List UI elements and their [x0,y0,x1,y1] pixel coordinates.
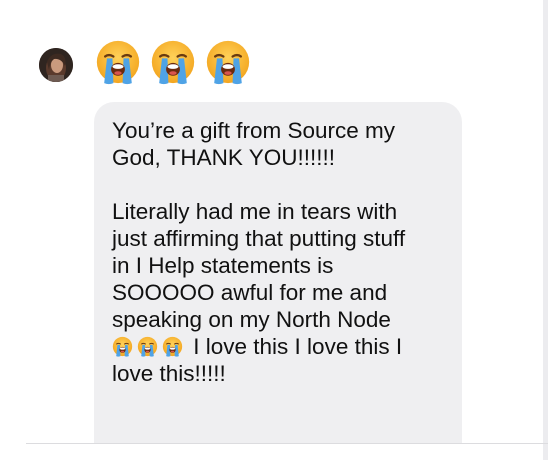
message-bubble[interactable]: You’re a gift from Source my God, THANK … [94,102,462,443]
message-line: I love this I love this I [193,334,403,359]
loudly-crying-face-icon [150,39,196,85]
loudly-crying-face-icon [112,336,133,357]
message-line: SOOOOO awful for me and [112,280,388,305]
reaction-emoji-row [95,39,251,85]
message-thread: You’re a gift from Source my God, THANK … [0,0,548,460]
message-line: God, THANK YOU!!!!!! [112,145,335,170]
message-line: Literally had me in tears with [112,199,398,224]
loudly-crying-face-icon [137,336,158,357]
message-line: love this!!!!! [112,361,226,386]
message-text: You’re a gift from Source my God, THANK … [112,117,444,171]
loudly-crying-face-icon [162,336,183,357]
message-line: in I Help statements is [112,253,334,278]
message-line: just affirming that putting stuff [112,226,406,251]
profile-photo [39,48,73,82]
message-line: You’re a gift from Source my [112,118,396,143]
divider [26,443,548,444]
message-text: Literally had me in tears with just affi… [112,198,444,387]
loudly-crying-face-icon [205,39,251,85]
message-line: speaking on my North Node [112,307,391,332]
scrollbar-track[interactable] [543,0,548,460]
loudly-crying-face-icon [95,39,141,85]
avatar[interactable] [39,48,73,82]
